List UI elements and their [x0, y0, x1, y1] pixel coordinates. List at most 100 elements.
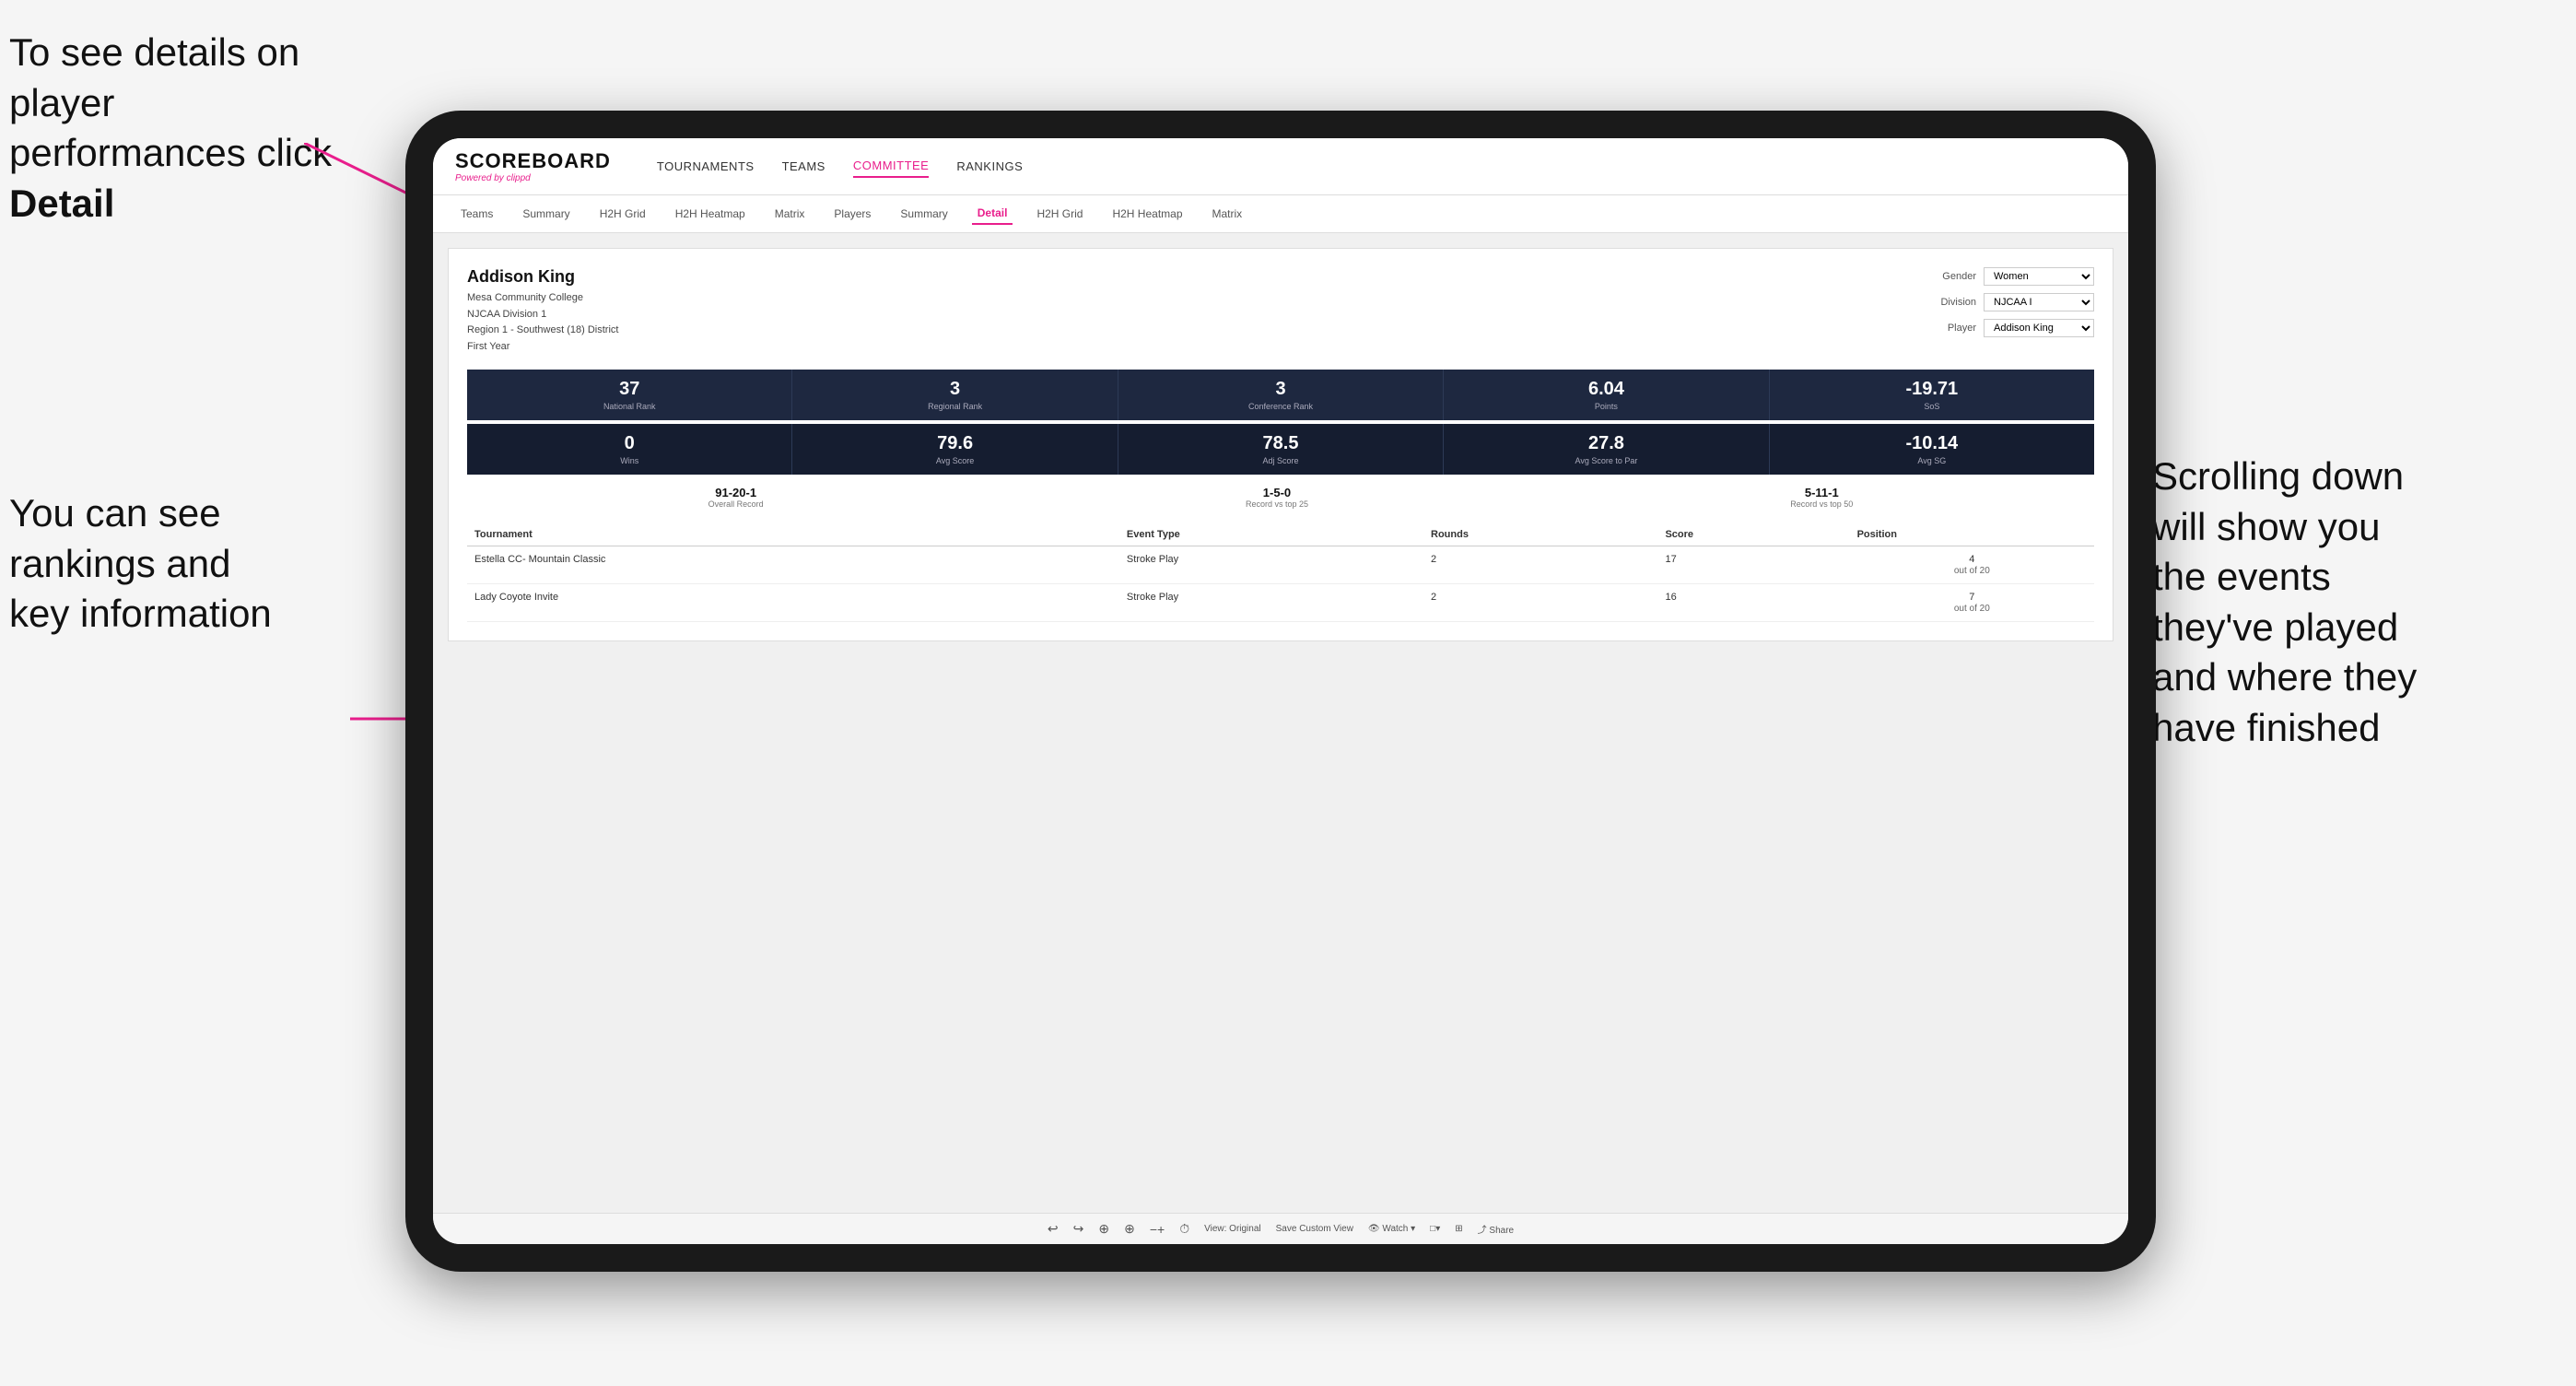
content-panel: Addison King Mesa Community College NJCA… — [448, 248, 2113, 641]
stats-row1: 37 National Rank 3 Regional Rank 3 Confe… — [467, 370, 2094, 420]
stat-points: 6.04 Points — [1444, 370, 1769, 420]
gender-label: Gender — [1926, 271, 1976, 282]
col-position: Position — [1850, 523, 2094, 546]
add2-icon: ⊕ — [1124, 1221, 1135, 1237]
annotation-right-line3: the events — [2152, 555, 2331, 598]
annotation-right-line4: they've played — [2152, 605, 2398, 649]
score-2: 16 — [1657, 584, 1849, 622]
bottom-toolbar: ↩ ↪ ⊕ ⊕ −+ ⏱ View: Original Save Custom … — [433, 1213, 2128, 1244]
annotation-right-line5: and where they — [2152, 655, 2417, 699]
player-select[interactable]: Addison King — [1984, 319, 2094, 337]
toolbar-zoom[interactable]: −+ — [1150, 1222, 1165, 1237]
col-score: Score — [1657, 523, 1849, 546]
position-1: 4out of 20 — [1850, 546, 2094, 584]
add-icon: ⊕ — [1098, 1221, 1109, 1237]
table-row: Estella CC- Mountain Classic Stroke Play… — [467, 546, 2094, 584]
player-name: Addison King — [467, 267, 618, 287]
annotation-line1: You can see — [9, 491, 221, 534]
player-region: Region 1 - Southwest (18) District — [467, 323, 618, 339]
sub-nav-h2h-grid2[interactable]: H2H Grid — [1031, 204, 1088, 224]
nav-committee[interactable]: COMMITTEE — [853, 155, 930, 178]
event-type-2: Stroke Play — [1119, 584, 1423, 622]
sub-nav-matrix2[interactable]: Matrix — [1207, 204, 1248, 224]
filter-row-player: Player Addison King — [1926, 319, 2094, 337]
nav-rankings[interactable]: RANKINGS — [956, 156, 1023, 177]
undo-icon: ↩ — [1048, 1221, 1059, 1237]
score-1: 17 — [1657, 546, 1849, 584]
time-icon: ⏱ — [1179, 1221, 1189, 1237]
stat-wins: 0 Wins — [467, 424, 792, 475]
nav-tournaments[interactable]: TOURNAMENTS — [657, 156, 755, 177]
main-content: Addison King Mesa Community College NJCA… — [433, 233, 2128, 1213]
records-row: 91-20-1 Overall Record 1-5-0 Record vs t… — [467, 486, 2094, 509]
player-college: Mesa Community College — [467, 290, 618, 307]
position-2: 7out of 20 — [1850, 584, 2094, 622]
sub-nav-players[interactable]: Players — [828, 204, 876, 224]
annotation-bold: Detail — [9, 182, 114, 225]
col-tournament: Tournament — [467, 523, 1119, 546]
sub-nav-teams[interactable]: Teams — [455, 204, 498, 224]
tournament-name-1: Estella CC- Mountain Classic — [467, 546, 1119, 584]
stat-avg-score-par: 27.8 Avg Score to Par — [1444, 424, 1769, 475]
toolbar-save-custom[interactable]: Save Custom View — [1276, 1224, 1353, 1234]
gender-select[interactable]: Women — [1984, 267, 2094, 286]
toolbar-share[interactable]: ⤴ Share — [1478, 1222, 1514, 1236]
sub-nav-summary[interactable]: Summary — [517, 204, 575, 224]
col-rounds: Rounds — [1423, 523, 1657, 546]
annotation-bottom-left: You can see rankings and key information — [9, 488, 359, 640]
stats-row2: 0 Wins 79.6 Avg Score 78.5 Adj Score 2 — [467, 424, 2094, 475]
player-division: NJCAA Division 1 — [467, 307, 618, 323]
logo-area: SCOREBOARD Powered by clippd — [455, 149, 611, 183]
player-year: First Year — [467, 339, 618, 356]
table-row: Lady Coyote Invite Stroke Play 2 16 7out… — [467, 584, 2094, 622]
stat-adj-score: 78.5 Adj Score — [1118, 424, 1444, 475]
sub-nav-h2h-heatmap[interactable]: H2H Heatmap — [670, 204, 751, 224]
event-type-1: Stroke Play — [1119, 546, 1423, 584]
stat-national-rank: 37 National Rank — [467, 370, 792, 420]
filter-row-division: Division NJCAA I — [1926, 293, 2094, 311]
sub-nav-matrix[interactable]: Matrix — [769, 204, 811, 224]
record-top25: 1-5-0 Record vs top 25 — [1246, 486, 1308, 509]
app-container: SCOREBOARD Powered by clippd TOURNAMENTS… — [433, 138, 2128, 1244]
toolbar-screen[interactable]: □▾ — [1430, 1224, 1440, 1234]
record-overall: 91-20-1 Overall Record — [708, 486, 764, 509]
toolbar-redo[interactable]: ↪ — [1073, 1221, 1084, 1237]
toolbar-view-original[interactable]: View: Original — [1204, 1224, 1261, 1234]
annotation-right-line1: Scrolling down — [2152, 454, 2404, 498]
sub-nav-h2h-heatmap2[interactable]: H2H Heatmap — [1107, 204, 1188, 224]
stat-avg-sg: -10.14 Avg SG — [1770, 424, 2094, 475]
tablet-screen: SCOREBOARD Powered by clippd TOURNAMENTS… — [433, 138, 2128, 1244]
toolbar-add2[interactable]: ⊕ — [1124, 1221, 1135, 1237]
toolbar-watch[interactable]: 👁 Watch ▾ — [1368, 1224, 1415, 1234]
filter-row-gender: Gender Women — [1926, 267, 2094, 286]
stat-sos: -19.71 SoS — [1770, 370, 2094, 420]
toolbar-add[interactable]: ⊕ — [1098, 1221, 1109, 1237]
toolbar-undo[interactable]: ↩ — [1048, 1221, 1059, 1237]
division-select[interactable]: NJCAA I — [1984, 293, 2094, 311]
annotation-text-top: To see details on player performances cl… — [9, 30, 332, 174]
zoom-icon: −+ — [1150, 1222, 1165, 1237]
player-header: Addison King Mesa Community College NJCA… — [467, 267, 2094, 355]
nav-teams[interactable]: TEAMS — [782, 156, 825, 177]
stat-avg-score: 79.6 Avg Score — [792, 424, 1118, 475]
sub-nav: Teams Summary H2H Grid H2H Heatmap Matri… — [433, 195, 2128, 233]
top-nav: SCOREBOARD Powered by clippd TOURNAMENTS… — [433, 138, 2128, 195]
record-top50: 5-11-1 Record vs top 50 — [1790, 486, 1853, 509]
sub-nav-summary2[interactable]: Summary — [895, 204, 953, 224]
player-label: Player — [1926, 323, 1976, 334]
tournament-name-2: Lady Coyote Invite — [467, 584, 1119, 622]
toolbar-time[interactable]: ⏱ — [1179, 1221, 1189, 1237]
sub-nav-detail[interactable]: Detail — [972, 203, 1013, 225]
logo-text: SCOREBOARD — [455, 149, 611, 173]
annotation-line2: rankings and — [9, 542, 231, 585]
toolbar-grid[interactable]: ⊞ — [1455, 1224, 1462, 1234]
player-filters: Gender Women Division NJCAA I — [1926, 267, 2094, 355]
player-info: Addison King Mesa Community College NJCA… — [467, 267, 618, 355]
annotation-right: Scrolling down will show you the events … — [2152, 452, 2558, 754]
stat-regional-rank: 3 Regional Rank — [792, 370, 1118, 420]
col-event-type: Event Type — [1119, 523, 1423, 546]
stat-conference-rank: 3 Conference Rank — [1118, 370, 1444, 420]
division-label: Division — [1926, 297, 1976, 308]
tablet-frame: SCOREBOARD Powered by clippd TOURNAMENTS… — [405, 111, 2156, 1272]
sub-nav-h2h-grid[interactable]: H2H Grid — [594, 204, 651, 224]
